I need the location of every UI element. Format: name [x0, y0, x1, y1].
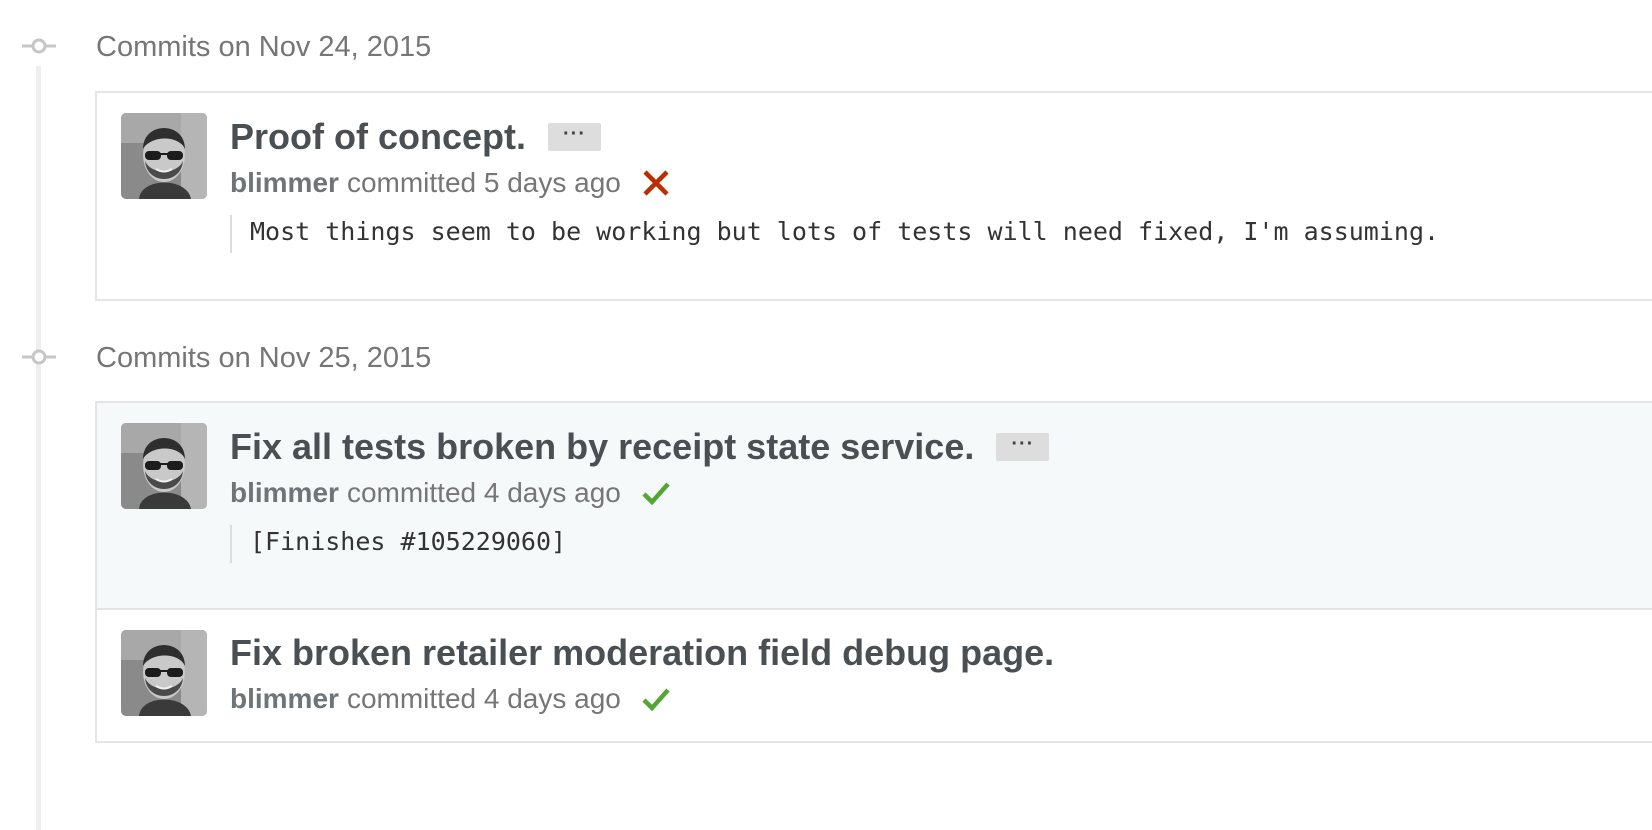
git-commit-icon — [22, 349, 56, 365]
commit-time: committed 5 days ago — [346, 167, 621, 198]
check-icon[interactable] — [641, 684, 671, 714]
author-link[interactable]: blimmer — [230, 163, 339, 203]
commit-item: Fix all tests broken by receipt state se… — [97, 403, 1652, 608]
commit-time: committed 4 days ago — [346, 477, 621, 508]
avatar[interactable] — [121, 113, 207, 199]
commit-title-link[interactable]: Proof of concept. — [230, 114, 526, 160]
commit-list: Proof of concept. ··· blimmer committed … — [95, 91, 1652, 301]
commit-title-link[interactable]: Fix all tests broken by receipt state se… — [230, 424, 974, 470]
commit-group-header: Commits on Nov 25, 2015 — [0, 337, 1652, 377]
commit-title-link[interactable]: Fix broken retailer moderation field deb… — [230, 630, 1054, 676]
commit-group-date: Commits on Nov 24, 2015 — [96, 31, 432, 63]
author-link[interactable]: blimmer — [230, 473, 339, 513]
check-icon[interactable] — [641, 478, 671, 508]
expand-description-button[interactable]: ··· — [548, 123, 601, 151]
timeline-line — [36, 66, 41, 830]
commit-item: Fix broken retailer moderation field deb… — [97, 608, 1652, 741]
commit-description: Most things seem to be working but lots … — [230, 215, 1439, 253]
commit-list: Fix all tests broken by receipt state se… — [95, 401, 1652, 743]
author-link[interactable]: blimmer — [230, 679, 339, 719]
commit-time: committed 4 days ago — [346, 683, 621, 714]
commit-group-date: Commits on Nov 25, 2015 — [96, 342, 432, 374]
avatar[interactable] — [121, 423, 207, 509]
commit-description: [Finishes #105229060] — [230, 525, 566, 563]
git-commit-icon — [22, 38, 56, 54]
commit-item: Proof of concept. ··· blimmer committed … — [97, 93, 1652, 299]
commit-group-header: Commits on Nov 24, 2015 — [0, 26, 1652, 66]
x-icon[interactable] — [641, 168, 671, 198]
avatar[interactable] — [121, 630, 207, 716]
expand-description-button[interactable]: ··· — [996, 433, 1050, 461]
